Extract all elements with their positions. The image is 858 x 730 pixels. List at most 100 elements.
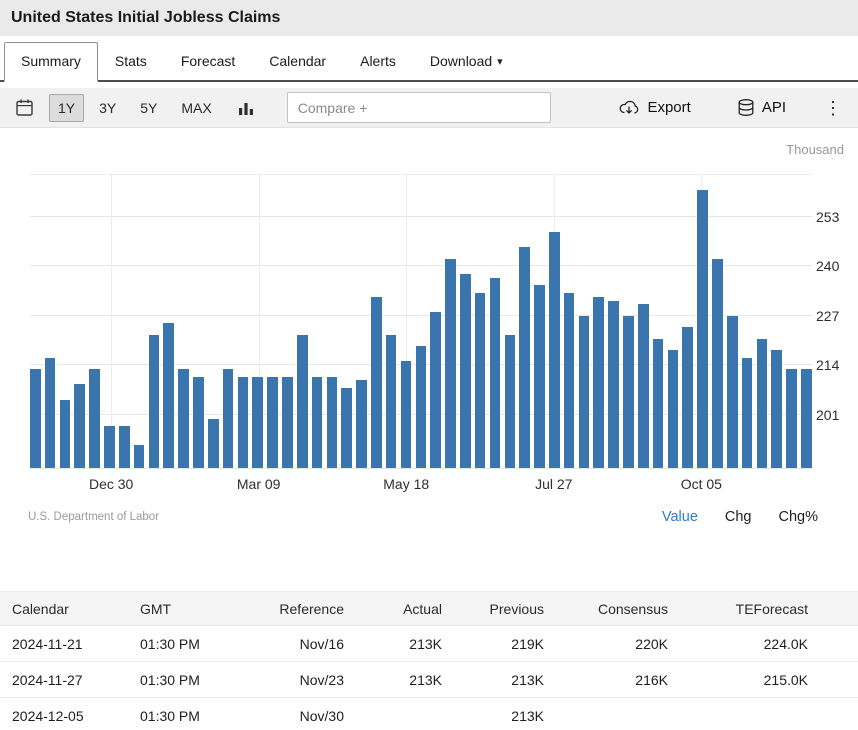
chart-bar[interactable] bbox=[593, 297, 604, 468]
chart-bar[interactable] bbox=[74, 384, 85, 468]
toolbar-right-group: Export API ⋮ bbox=[618, 98, 848, 118]
tab-download[interactable]: Download▾ bbox=[413, 42, 520, 80]
chart-bar[interactable] bbox=[712, 259, 723, 468]
y-axis-label: 201 bbox=[816, 407, 856, 423]
table-cell bbox=[674, 698, 858, 730]
mode-chg[interactable]: Chg bbox=[725, 509, 752, 525]
chart-bar[interactable] bbox=[30, 369, 41, 468]
range-1y-button[interactable]: 1Y bbox=[49, 94, 84, 122]
mode-value[interactable]: Value bbox=[662, 509, 698, 525]
range-3y-button[interactable]: 3Y bbox=[90, 94, 125, 122]
table-cell: 213K bbox=[350, 626, 448, 662]
database-icon bbox=[737, 98, 755, 118]
chart-bar[interactable] bbox=[149, 335, 160, 468]
chart-bar[interactable] bbox=[89, 369, 100, 468]
chart-bar[interactable] bbox=[549, 232, 560, 468]
kebab-menu-button[interactable]: ⋮ bbox=[824, 99, 842, 117]
export-button[interactable]: Export bbox=[618, 98, 690, 118]
tab-forecast[interactable]: Forecast bbox=[164, 42, 252, 80]
chart-bar[interactable] bbox=[297, 335, 308, 468]
chart-bar[interactable] bbox=[238, 377, 249, 468]
chart-bar[interactable] bbox=[757, 339, 768, 468]
chart-bar[interactable] bbox=[134, 445, 145, 468]
chart-bar[interactable] bbox=[564, 293, 575, 468]
chart-bar[interactable] bbox=[193, 377, 204, 468]
mode-chgpct[interactable]: Chg% bbox=[779, 509, 819, 525]
chart-bar[interactable] bbox=[45, 358, 56, 468]
chart-bar[interactable] bbox=[519, 247, 530, 468]
chart-bar[interactable] bbox=[208, 419, 219, 468]
range-buttons: 1Y3Y5YMAX bbox=[49, 94, 221, 122]
tab-alerts[interactable]: Alerts bbox=[343, 42, 413, 80]
unit-label: Thousand bbox=[0, 142, 858, 160]
chart-bar[interactable] bbox=[119, 426, 130, 468]
chart-bar[interactable] bbox=[608, 301, 619, 468]
chart-bar[interactable] bbox=[416, 346, 427, 468]
compare-input[interactable] bbox=[287, 92, 551, 123]
chart-bar[interactable] bbox=[801, 369, 812, 468]
chart-bar[interactable] bbox=[505, 335, 516, 468]
range-max-button[interactable]: MAX bbox=[172, 94, 220, 122]
chart-bar[interactable] bbox=[475, 293, 486, 468]
chart-bar[interactable] bbox=[534, 285, 545, 468]
chart-bar[interactable] bbox=[727, 316, 738, 468]
chart-bar[interactable] bbox=[327, 377, 338, 468]
calendar-table-section: CalendarGMTReferenceActualPreviousConsen… bbox=[0, 591, 858, 730]
tab-summary[interactable]: Summary bbox=[4, 42, 98, 82]
chart-bar[interactable] bbox=[223, 369, 234, 468]
chart-bar[interactable] bbox=[356, 380, 367, 468]
chart-type-button[interactable] bbox=[233, 95, 259, 121]
table-row[interactable]: 2024-11-2701:30 PMNov/23213K213K216K215.… bbox=[0, 662, 858, 698]
tab-stats[interactable]: Stats bbox=[98, 42, 164, 80]
chart-bar[interactable] bbox=[267, 377, 278, 468]
chart-bar[interactable] bbox=[430, 312, 441, 468]
chart-bar[interactable] bbox=[786, 369, 797, 468]
chart-bar[interactable] bbox=[401, 361, 412, 468]
table-cell: 215.0K bbox=[674, 662, 858, 698]
calendar-button[interactable] bbox=[10, 93, 39, 122]
table-row[interactable]: 2024-12-0501:30 PMNov/30213K bbox=[0, 698, 858, 730]
chart-bar[interactable] bbox=[341, 388, 352, 468]
tab-calendar[interactable]: Calendar bbox=[252, 42, 343, 80]
api-button[interactable]: API bbox=[737, 98, 786, 118]
table-cell: 01:30 PM bbox=[140, 662, 253, 698]
chart-bar[interactable] bbox=[579, 316, 590, 468]
range-5y-button[interactable]: 5Y bbox=[131, 94, 166, 122]
y-axis-label: 240 bbox=[816, 258, 856, 274]
chart-bar[interactable] bbox=[445, 259, 456, 468]
chart-bar[interactable] bbox=[371, 297, 382, 468]
chart-bar[interactable] bbox=[60, 400, 71, 468]
chart-bar[interactable] bbox=[163, 323, 174, 468]
chart-bar[interactable] bbox=[252, 377, 263, 468]
chart-bar[interactable] bbox=[742, 358, 753, 468]
mode-links: Value Chg Chg% bbox=[662, 509, 818, 525]
chart-bar[interactable] bbox=[623, 316, 634, 468]
chart-bar[interactable] bbox=[104, 426, 115, 468]
chart-bar[interactable] bbox=[312, 377, 323, 468]
chart-bar[interactable] bbox=[771, 350, 782, 468]
bars bbox=[30, 175, 812, 468]
chart-bar[interactable] bbox=[386, 335, 397, 468]
chart-card: Thousand 201214227240253 Dec 30Mar 09May… bbox=[0, 128, 858, 545]
chart-bar[interactable] bbox=[638, 304, 649, 468]
tab-label: Alerts bbox=[360, 53, 396, 69]
table-cell bbox=[550, 698, 674, 730]
table-header-row: CalendarGMTReferenceActualPreviousConsen… bbox=[0, 592, 858, 626]
tab-bar: SummaryStatsForecastCalendar Alerts Downlo… bbox=[0, 36, 858, 82]
chevron-down-icon: ▾ bbox=[497, 55, 503, 68]
chart-bar[interactable] bbox=[178, 369, 189, 468]
chart-bar[interactable] bbox=[682, 327, 693, 468]
table-row[interactable]: 2024-11-2101:30 PMNov/16213K219K220K224.… bbox=[0, 626, 858, 662]
chart-bar[interactable] bbox=[668, 350, 679, 468]
chart-bar[interactable] bbox=[460, 274, 471, 468]
chart-bar[interactable] bbox=[697, 190, 708, 468]
table-cell: 2024-12-05 bbox=[0, 698, 140, 730]
table-cell: Nov/23 bbox=[253, 662, 350, 698]
plot-area: 201214227240253 bbox=[30, 174, 812, 469]
table-cell: Nov/16 bbox=[253, 626, 350, 662]
table-cell: 2024-11-21 bbox=[0, 626, 140, 662]
chart-bar[interactable] bbox=[490, 278, 501, 468]
column-header: Actual bbox=[350, 592, 448, 626]
chart-bar[interactable] bbox=[653, 339, 664, 468]
chart-bar[interactable] bbox=[282, 377, 293, 468]
